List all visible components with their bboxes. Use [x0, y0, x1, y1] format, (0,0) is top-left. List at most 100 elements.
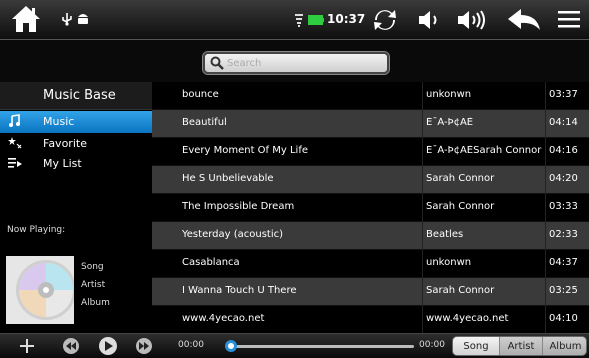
table-row[interactable]: www.4yecao.net www.4yecao.net 04:10	[152, 306, 589, 334]
track-artist: www.4yecao.net	[426, 313, 509, 324]
track-artist: unkonwn	[426, 257, 472, 268]
search-bar	[0, 40, 589, 82]
table-row[interactable]: The Impossible Dream Sarah Connor 03:33	[152, 194, 589, 222]
player-bar: 00:00 00:00 Song Artist Album	[0, 333, 589, 358]
column-divider	[545, 306, 546, 334]
track-duration: 04:20	[549, 173, 578, 184]
elapsed-time: 00:00	[178, 340, 204, 350]
table-row[interactable]: Every Moment Of My Life É¯À-Þ¢ÄÈSarah Con…	[152, 138, 589, 166]
column-divider	[545, 138, 546, 166]
library-header: Music Base	[0, 82, 152, 110]
column-divider	[422, 194, 423, 222]
library-title: Music Base	[43, 88, 116, 103]
search-input[interactable]	[227, 56, 382, 70]
column-divider	[422, 222, 423, 250]
search-box[interactable]	[203, 52, 389, 74]
sidebar: Music Base Music Favorite My List Now Pl…	[0, 82, 152, 326]
home-icon[interactable]	[10, 4, 42, 37]
column-divider	[422, 110, 423, 138]
column-divider	[422, 138, 423, 166]
track-title: The Impossible Dream	[182, 201, 295, 212]
sidebar-item-music[interactable]: Music	[0, 111, 152, 133]
column-divider	[422, 82, 423, 110]
track-artist: É¯À-Þ¢ÄÈSarah Connor	[426, 145, 542, 156]
track-duration: 04:37	[549, 257, 578, 268]
sidebar-item-my-list[interactable]: My List	[0, 153, 152, 175]
previous-icon	[63, 338, 79, 354]
column-divider	[545, 222, 546, 250]
back-icon[interactable]	[507, 8, 541, 35]
column-divider	[545, 110, 546, 138]
status-clock: 10:37	[327, 12, 366, 26]
sort-tabs: Song Artist Album	[452, 336, 587, 356]
seek-slider[interactable]	[225, 340, 414, 352]
tab-artist[interactable]: Artist	[499, 337, 542, 355]
play-button[interactable]	[99, 337, 117, 358]
table-row[interactable]: He S Unbelievable Sarah Connor 04:20	[152, 166, 589, 194]
previous-button[interactable]	[63, 338, 79, 357]
next-button[interactable]	[136, 338, 152, 357]
table-row[interactable]: Casablanca unkonwn 04:37	[152, 250, 589, 278]
search-icon	[210, 56, 224, 70]
column-divider	[422, 278, 423, 306]
sidebar-item-label: My List	[43, 157, 82, 170]
sidebar-item-favorite[interactable]: Favorite	[0, 133, 152, 155]
track-duration: 03:33	[549, 201, 578, 212]
column-divider	[545, 166, 546, 194]
refresh-icon[interactable]	[372, 7, 398, 36]
now-playing-panel: Now Playing: Song Artist Album	[0, 222, 152, 326]
table-row[interactable]: Beautiful É¯À-Þ¢ÄÈ 04:14	[152, 110, 589, 138]
column-divider	[422, 166, 423, 194]
volume-down-icon[interactable]	[418, 9, 442, 34]
album-art	[6, 256, 74, 324]
table-row[interactable]: Yesterday (acoustic) Beatles 02:33	[152, 222, 589, 250]
sidebar-item-label: Favorite	[43, 137, 87, 150]
track-artist: Beatles	[426, 229, 464, 240]
track-title: bounce	[182, 89, 219, 100]
track-artist: Sarah Connor	[426, 201, 495, 212]
track-title: Beautiful	[182, 117, 227, 128]
now-playing-title: Now Playing:	[7, 225, 66, 235]
now-playing-song: Song	[81, 262, 104, 272]
volume-up-icon[interactable]	[457, 9, 487, 34]
track-duration: 04:16	[549, 145, 578, 156]
menu-icon[interactable]	[557, 9, 581, 34]
track-duration: 04:10	[549, 313, 578, 324]
tab-album[interactable]: Album	[542, 337, 586, 355]
star-icon	[8, 136, 22, 153]
track-duration: 03:37	[549, 89, 578, 100]
tab-song[interactable]: Song	[453, 337, 499, 355]
track-list[interactable]: bounce unkonwn 03:37 Beautiful É¯À-Þ¢ÄÈ 04:14…	[152, 82, 589, 334]
track-title: www.4yecao.net	[182, 313, 265, 324]
column-divider	[422, 250, 423, 278]
track-artist: unkonwn	[426, 89, 472, 100]
play-icon	[99, 337, 117, 355]
seek-track	[225, 345, 414, 348]
table-row[interactable]: bounce unkonwn 03:37	[152, 82, 589, 110]
column-divider	[545, 250, 546, 278]
cd-icon	[6, 256, 74, 324]
seek-handle[interactable]	[225, 340, 237, 352]
column-divider	[545, 194, 546, 222]
track-title: Yesterday (acoustic)	[182, 229, 284, 240]
music-note-icon	[8, 114, 20, 131]
total-time: 00:00	[419, 340, 445, 350]
track-title: I Wanna Touch U There	[182, 285, 297, 296]
playlist-icon	[8, 156, 22, 173]
table-row[interactable]: I Wanna Touch U There Sarah Connor 03:25	[152, 278, 589, 306]
wifi-icon	[294, 12, 304, 31]
column-divider	[545, 82, 546, 110]
track-title: He S Unbelievable	[182, 173, 274, 184]
track-artist: Sarah Connor	[426, 173, 495, 184]
track-duration: 02:33	[549, 229, 578, 240]
battery-icon	[308, 14, 324, 29]
usb-icon	[60, 12, 74, 29]
android-icon	[76, 11, 90, 29]
status-bar: 10:37	[0, 0, 589, 40]
now-playing-artist: Artist	[81, 280, 106, 290]
track-title: Casablanca	[182, 257, 240, 268]
now-playing-album: Album	[81, 298, 110, 308]
column-divider	[545, 278, 546, 306]
add-icon[interactable]	[18, 337, 36, 358]
track-artist: É¯À-Þ¢ÄÈ	[426, 117, 474, 128]
